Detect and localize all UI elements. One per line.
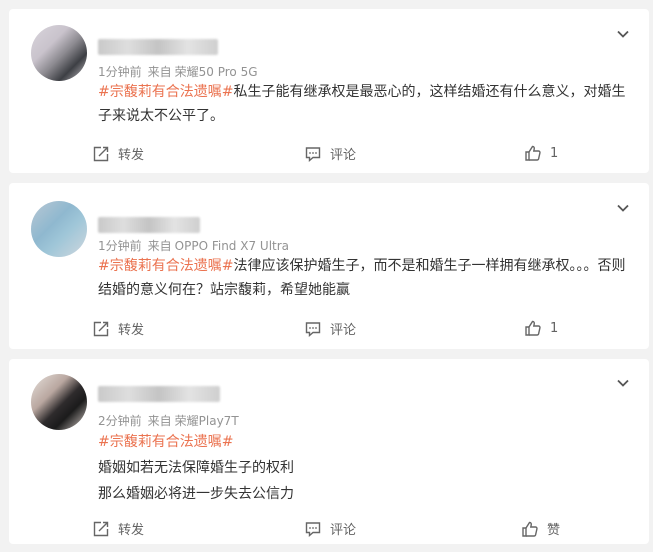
device-name: 荣耀Play7T [174, 414, 239, 428]
comment-meta: 1分钟前 来自 荣耀50 Pro 5G [98, 63, 264, 80]
comment-label: 评论 [330, 148, 357, 163]
like-button[interactable]: 1 [524, 319, 558, 337]
comment-icon [305, 521, 321, 537]
comment-button[interactable]: 评论 [304, 519, 356, 538]
comment-card: 1分钟前 来自 荣耀50 Pro 5G #宗馥莉有合法遗嘱#私生子能有继承权是最恶心… [9, 9, 649, 173]
comment-card: 2分钟前 来自 荣耀Play7T #宗馥莉有合法遗嘱# 婚姻如若无法保障婚生子的权利… [9, 359, 649, 544]
thumbs-up-icon [522, 521, 538, 537]
comment-text: #宗馥莉有合法遗嘱#法律应该保护婚生子，而不是和婚生子一样拥有继承权。。。否则结… [98, 254, 638, 302]
comment-line: 婚姻如若无法保障婚生子的权利 [98, 460, 294, 476]
avatar[interactable] [31, 201, 87, 257]
chevron-down-icon[interactable] [615, 200, 631, 216]
forward-label: 转发 [118, 148, 145, 163]
comment-card: 1分钟前 来自 OPPO Find X7 Ultra #宗馥莉有合法遗嘱#法律应该保… [9, 183, 649, 349]
topic-tag[interactable]: #宗馥莉有合法遗嘱# [98, 84, 233, 100]
device-name: 荣耀50 Pro 5G [174, 65, 258, 79]
comment-icon [305, 146, 321, 162]
source-label: 来自 [147, 414, 172, 428]
thumbs-up-icon [525, 145, 541, 161]
comment-line: 那么婚姻必将进一步失去公信力 [98, 486, 294, 502]
username-blurred[interactable] [98, 386, 220, 402]
comment-button[interactable]: 评论 [304, 144, 356, 163]
source-label: 来自 [147, 239, 172, 253]
avatar[interactable] [31, 374, 87, 430]
comment-time: 2分钟前 [98, 414, 142, 428]
forward-label: 转发 [118, 523, 145, 538]
forward-icon [93, 321, 109, 336]
forward-icon [93, 146, 109, 161]
topic-tag[interactable]: #宗馥莉有合法遗嘱# [98, 429, 638, 455]
like-count: 1 [550, 320, 559, 336]
username-blurred[interactable] [98, 39, 218, 55]
device-name: OPPO Find X7 Ultra [174, 239, 290, 253]
forward-button[interactable]: 转发 [92, 519, 144, 538]
chevron-down-icon[interactable] [615, 375, 631, 391]
username-blurred[interactable] [98, 217, 200, 233]
forward-button[interactable]: 转发 [92, 319, 144, 338]
like-button[interactable]: 1 [524, 144, 558, 162]
comment-time: 1分钟前 [98, 65, 142, 79]
comment-icon [305, 321, 321, 337]
chevron-down-icon[interactable] [615, 26, 631, 42]
comment-label: 评论 [330, 523, 357, 538]
source-label: 来自 [147, 65, 172, 79]
thumbs-up-icon [525, 320, 541, 336]
forward-icon [93, 521, 109, 536]
comment-meta: 2分钟前 来自 荣耀Play7T [98, 412, 245, 429]
forward-label: 转发 [118, 323, 145, 338]
like-label: 赞 [547, 523, 561, 538]
like-count: 1 [550, 145, 559, 161]
comment-text: #宗馥莉有合法遗嘱# 婚姻如若无法保障婚生子的权利 那么婚姻必将进一步失去公信力 [98, 429, 638, 507]
comment-label: 评论 [330, 323, 357, 338]
comment-meta: 1分钟前 来自 OPPO Find X7 Ultra [98, 237, 295, 254]
comment-button[interactable]: 评论 [304, 319, 356, 338]
topic-tag[interactable]: #宗馥莉有合法遗嘱# [98, 258, 233, 274]
forward-button[interactable]: 转发 [92, 144, 144, 163]
comment-text: #宗馥莉有合法遗嘱#私生子能有继承权是最恶心的，这样结婚还有什么意义，对婚生子来… [98, 80, 638, 128]
like-button[interactable]: 赞 [521, 519, 560, 538]
comment-time: 1分钟前 [98, 239, 142, 253]
avatar[interactable] [31, 25, 87, 81]
